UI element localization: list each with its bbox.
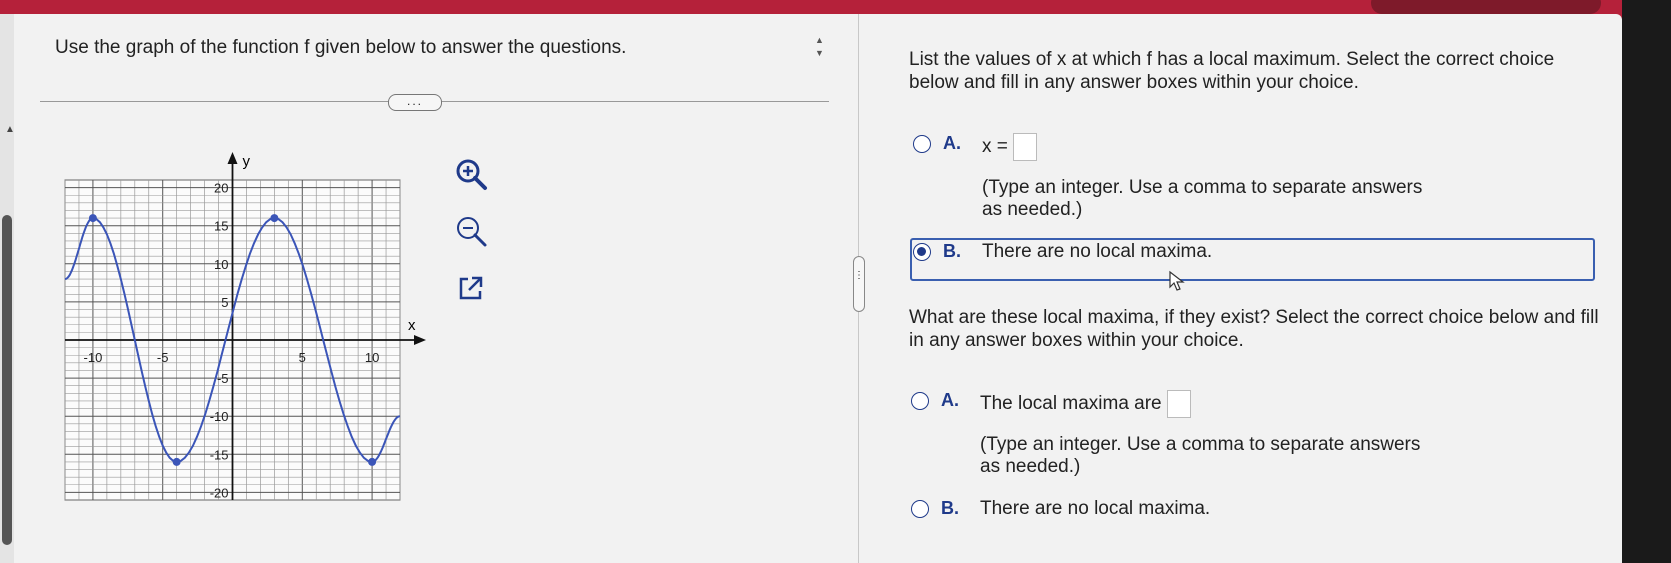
part1-choice-b-text: There are no local maxima. <box>982 241 1213 262</box>
x-tick-label: 10 <box>365 350 379 365</box>
part1-choice-a-prefix: x = <box>982 136 1008 158</box>
x-tick-label: -5 <box>157 350 169 365</box>
y-tick-label: -15 <box>210 447 229 462</box>
graph-point <box>270 214 279 223</box>
part2-answer-box[interactable] <box>1166 390 1191 418</box>
part2-choice-a-note-2: as needed.) <box>980 456 1081 477</box>
x-tick-label: 5 <box>299 350 306 365</box>
part1-choice-b-letter: B. <box>943 241 961 261</box>
function-graph: -10 -5 5 10 20 15 10 5 -5 -10 -15 -20 y x <box>64 152 426 501</box>
graph-point <box>368 457 377 466</box>
zoom-out-icon[interactable] <box>454 214 490 250</box>
part2-choice-b-radio[interactable] <box>911 500 929 518</box>
graph-point <box>172 457 181 466</box>
part2-choice-a-note-1: (Type an integer. Use a comma to separat… <box>980 434 1421 455</box>
part2-choice-b-text: There are no local maxima. <box>980 498 1211 519</box>
x-tick-label: -10 <box>84 350 103 365</box>
left-scrollbar-thumb[interactable] <box>2 215 12 545</box>
part2-choice-a-label: The local maxima are <box>980 390 1191 418</box>
part1-choice-a-note-1: (Type an integer. Use a comma to separat… <box>982 177 1423 198</box>
part1-choice-a-letter: A. <box>943 133 961 153</box>
y-axis-arrow-icon <box>227 152 238 164</box>
pane-resize-handle[interactable]: ⋮ <box>853 256 865 312</box>
screen-edge <box>1622 0 1671 563</box>
part1-choice-b-radio[interactable] <box>913 243 931 261</box>
part2-choice-b-letter: B. <box>941 498 959 518</box>
collapse-arrow-icon[interactable]: ▲ <box>5 124 15 135</box>
show-more-button[interactable]: ... <box>388 94 442 111</box>
part1-answer-box[interactable] <box>1013 133 1038 161</box>
part2-choice-a-letter: A. <box>941 390 959 410</box>
x-axis-label: x <box>408 317 416 334</box>
part1-choice-a-label: x = <box>982 133 1038 161</box>
zoom-in-icon[interactable] <box>454 157 490 193</box>
part1-choice-a-note-2: as needed.) <box>982 199 1083 220</box>
y-tick-label: 15 <box>214 219 228 234</box>
graph-point <box>88 214 97 223</box>
part2-prompt: What are these local maxima, if they exi… <box>909 307 1599 351</box>
y-tick-label: -20 <box>210 485 229 500</box>
y-tick-label: -10 <box>210 409 229 424</box>
y-tick-label: -5 <box>217 371 229 386</box>
x-axis-arrow-icon <box>414 335 426 345</box>
part2-choice-a-prefix: The local maxima are <box>980 393 1162 415</box>
part2-choice-a-radio[interactable] <box>911 392 929 410</box>
y-axis-label: y <box>243 153 251 170</box>
y-tick-label: 10 <box>214 257 228 272</box>
y-tick-label: 20 <box>214 181 228 196</box>
top-bar-pill <box>1371 0 1601 14</box>
expand-arrows-icon[interactable]: ▲ ▼ <box>815 34 824 60</box>
mouse-cursor-icon <box>1169 270 1185 291</box>
external-link-icon[interactable] <box>456 273 486 303</box>
part1-prompt: List the values of x at which f has a lo… <box>909 49 1555 93</box>
y-tick-label: 5 <box>221 295 228 310</box>
question-title: Use the graph of the function f given be… <box>55 37 627 58</box>
part1-choice-a-radio[interactable] <box>913 135 931 153</box>
